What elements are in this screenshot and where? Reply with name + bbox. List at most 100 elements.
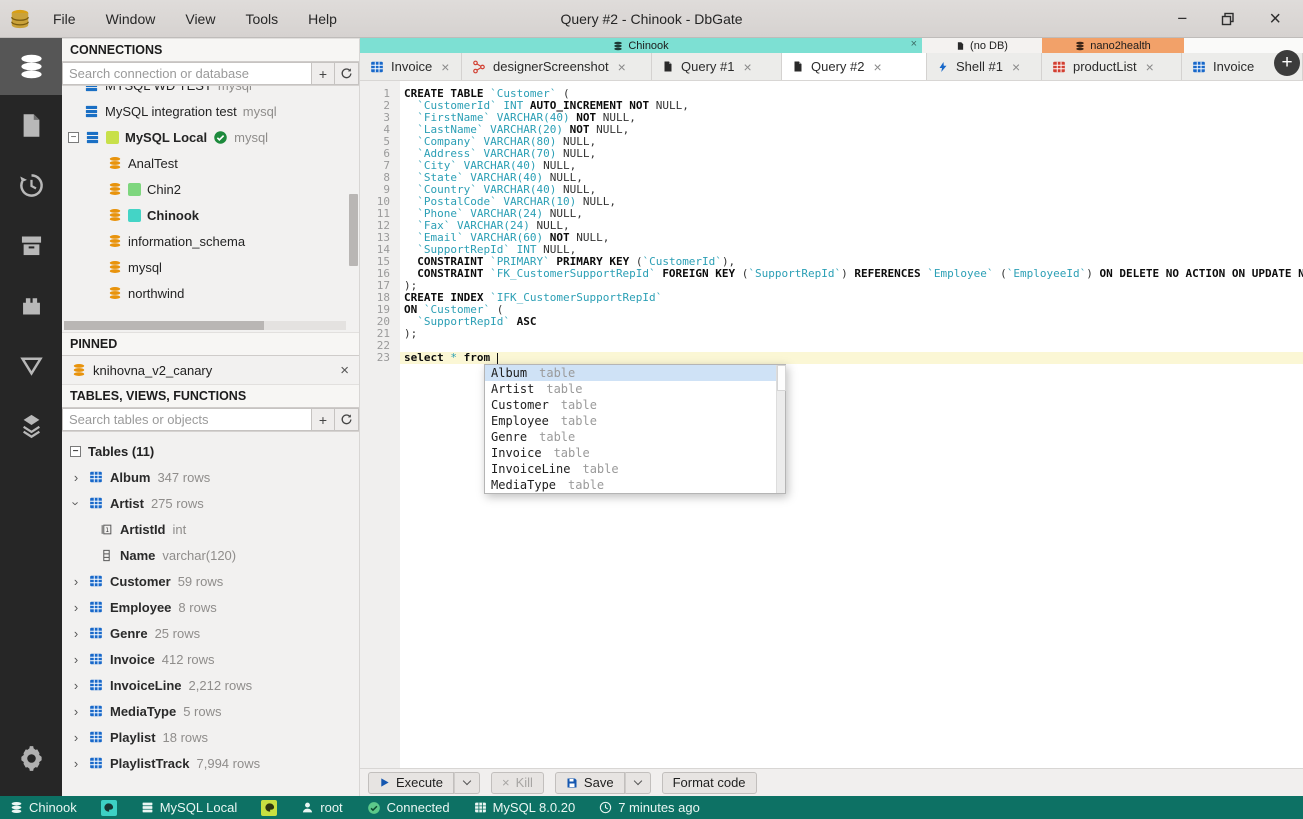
table-row-mediatype[interactable]: › MediaType 5 rows xyxy=(62,698,359,724)
menu-file[interactable]: File xyxy=(53,11,76,27)
connection-search-input[interactable] xyxy=(62,62,311,85)
new-tab-button[interactable]: + xyxy=(1274,50,1300,76)
activity-database[interactable] xyxy=(0,38,62,95)
refresh-connections-button[interactable] xyxy=(335,62,359,85)
save-button[interactable]: Save xyxy=(554,771,625,794)
chevron-right-icon[interactable]: › xyxy=(70,704,82,719)
close-tab-icon[interactable]: × xyxy=(873,59,881,75)
table-row-employee[interactable]: › Employee 8 rows xyxy=(62,594,359,620)
column-row-artistid[interactable]: 1 ArtistId int xyxy=(62,516,359,542)
status-database[interactable]: Chinook xyxy=(10,800,77,815)
activity-archive[interactable] xyxy=(0,215,62,275)
database-item[interactable]: northwind xyxy=(62,280,359,306)
status-user[interactable]: root xyxy=(301,800,343,815)
close-tab-icon[interactable]: × xyxy=(1146,59,1154,75)
pinned-item[interactable]: knihovna_v2_canary × xyxy=(62,356,359,384)
menu-help[interactable]: Help xyxy=(308,11,337,27)
close-tab-icon[interactable]: × xyxy=(441,59,449,75)
connection-item[interactable]: MySQL integration test mysql xyxy=(62,98,359,124)
code-line[interactable]: 21); xyxy=(360,328,1303,340)
autocomplete-item[interactable]: MediaType table xyxy=(485,477,776,493)
minimize-icon[interactable]: − xyxy=(1177,10,1187,27)
database-item-chinook[interactable]: Chinook xyxy=(62,202,359,228)
autocomplete-item[interactable]: Artist table xyxy=(485,381,776,397)
unpin-icon[interactable]: × xyxy=(340,362,349,379)
format-code-button[interactable]: Format code xyxy=(661,771,757,794)
add-table-button[interactable]: + xyxy=(311,408,335,431)
tab-group-chinook[interactable]: Chinook × xyxy=(360,38,922,53)
database-item[interactable]: Chin2 xyxy=(62,176,359,202)
autocomplete-item[interactable]: Invoice table xyxy=(485,445,776,461)
tab-group-nodb[interactable]: (no DB) xyxy=(922,38,1042,53)
database-item[interactable]: mysql xyxy=(62,254,359,280)
collapse-expander[interactable]: − xyxy=(70,445,81,457)
tab-productlist[interactable]: productList × xyxy=(1042,53,1182,80)
activity-plugins[interactable] xyxy=(0,275,62,335)
tables-search-input[interactable] xyxy=(62,408,311,431)
chevron-right-icon[interactable]: › xyxy=(70,678,82,693)
code-line[interactable]: 23 select * from xyxy=(360,352,1303,364)
connections-vertical-scrollbar[interactable] xyxy=(349,194,358,266)
autocomplete-item[interactable]: Genre table xyxy=(485,429,776,445)
chevron-right-icon[interactable]: › xyxy=(70,626,82,641)
table-row-genre[interactable]: › Genre 25 rows xyxy=(62,620,359,646)
menu-window[interactable]: Window xyxy=(106,11,156,27)
add-connection-button[interactable]: + xyxy=(311,62,335,85)
autocomplete-scrollbar[interactable] xyxy=(776,365,786,493)
tab-shell1[interactable]: Shell #1 × xyxy=(927,53,1042,80)
autocomplete-item[interactable]: Album table xyxy=(485,365,776,381)
table-row-playlist[interactable]: › Playlist 18 rows xyxy=(62,724,359,750)
code-line[interactable]: 16 CONSTRAINT `FK_CustomerSupportRepId` … xyxy=(360,268,1303,280)
chevron-right-icon[interactable]: › xyxy=(70,652,82,667)
close-tab-icon[interactable]: × xyxy=(743,59,751,75)
connection-item-mysql-local[interactable]: − MySQL Local mysql xyxy=(62,124,359,150)
table-row-artist[interactable]: › Artist 275 rows xyxy=(62,490,359,516)
connections-horizontal-scrollbar[interactable] xyxy=(64,321,346,330)
activity-query-designer[interactable] xyxy=(0,335,62,395)
chevron-right-icon[interactable]: › xyxy=(70,730,82,745)
connection-item[interactable]: MYSQL WD TEST mysql xyxy=(62,86,359,98)
execute-options-button[interactable] xyxy=(453,771,480,794)
table-row-invoice[interactable]: › Invoice 412 rows xyxy=(62,646,359,672)
activity-history[interactable] xyxy=(0,155,62,215)
database-item[interactable]: AnalTest xyxy=(62,150,359,176)
collapse-expander[interactable]: − xyxy=(68,131,79,143)
activity-files[interactable] xyxy=(0,95,62,155)
autocomplete-item[interactable]: InvoiceLine table xyxy=(485,461,776,477)
database-color-badge[interactable] xyxy=(100,799,117,816)
menu-view[interactable]: View xyxy=(185,11,215,27)
menu-tools[interactable]: Tools xyxy=(245,11,278,27)
table-row-customer[interactable]: › Customer 59 rows xyxy=(62,568,359,594)
sql-editor[interactable]: 1 CREATE TABLE `Customer` (2 `CustomerId`… xyxy=(360,81,1303,768)
activity-settings[interactable] xyxy=(0,728,62,788)
kill-button[interactable]: × Kill xyxy=(490,771,544,794)
column-row-name[interactable]: Name varchar(120) xyxy=(62,542,359,568)
autocomplete-item[interactable]: Employee table xyxy=(485,413,776,429)
table-row-album[interactable]: › Album 347 rows xyxy=(62,464,359,490)
chevron-right-icon[interactable]: › xyxy=(70,600,82,615)
table-row-invoiceline[interactable]: › InvoiceLine 2,212 rows xyxy=(62,672,359,698)
close-group-icon[interactable]: × xyxy=(911,38,917,50)
code-line[interactable]: 22 xyxy=(360,340,1303,352)
tab-query1[interactable]: Query #1 × xyxy=(652,53,782,80)
close-tab-icon[interactable]: × xyxy=(618,59,626,75)
chevron-right-icon[interactable]: › xyxy=(70,470,82,485)
table-row-playlisttrack[interactable]: › PlaylistTrack 7,994 rows xyxy=(62,750,359,776)
activity-layers[interactable] xyxy=(0,395,62,455)
tab-query2-active[interactable]: Query #2 × xyxy=(782,53,927,80)
execute-button[interactable]: Execute xyxy=(368,771,454,794)
chevron-right-icon[interactable]: › xyxy=(70,756,82,771)
close-tab-icon[interactable]: × xyxy=(1012,59,1020,75)
database-item[interactable]: information_schema xyxy=(62,228,359,254)
tab-group-nano2health[interactable]: nano2health xyxy=(1042,38,1184,53)
refresh-tables-button[interactable] xyxy=(335,408,359,431)
autocomplete-item[interactable]: Customer table xyxy=(485,397,776,413)
tab-invoice[interactable]: Invoice × xyxy=(360,53,462,80)
close-icon[interactable]: × xyxy=(1269,9,1281,29)
chevron-down-icon[interactable]: › xyxy=(69,497,84,509)
save-options-button[interactable] xyxy=(624,771,651,794)
tab-designerscreenshot[interactable]: designerScreenshot × xyxy=(462,53,652,80)
status-server[interactable]: MySQL Local xyxy=(141,800,237,815)
restore-icon[interactable] xyxy=(1221,12,1235,26)
server-color-badge[interactable] xyxy=(261,799,278,816)
